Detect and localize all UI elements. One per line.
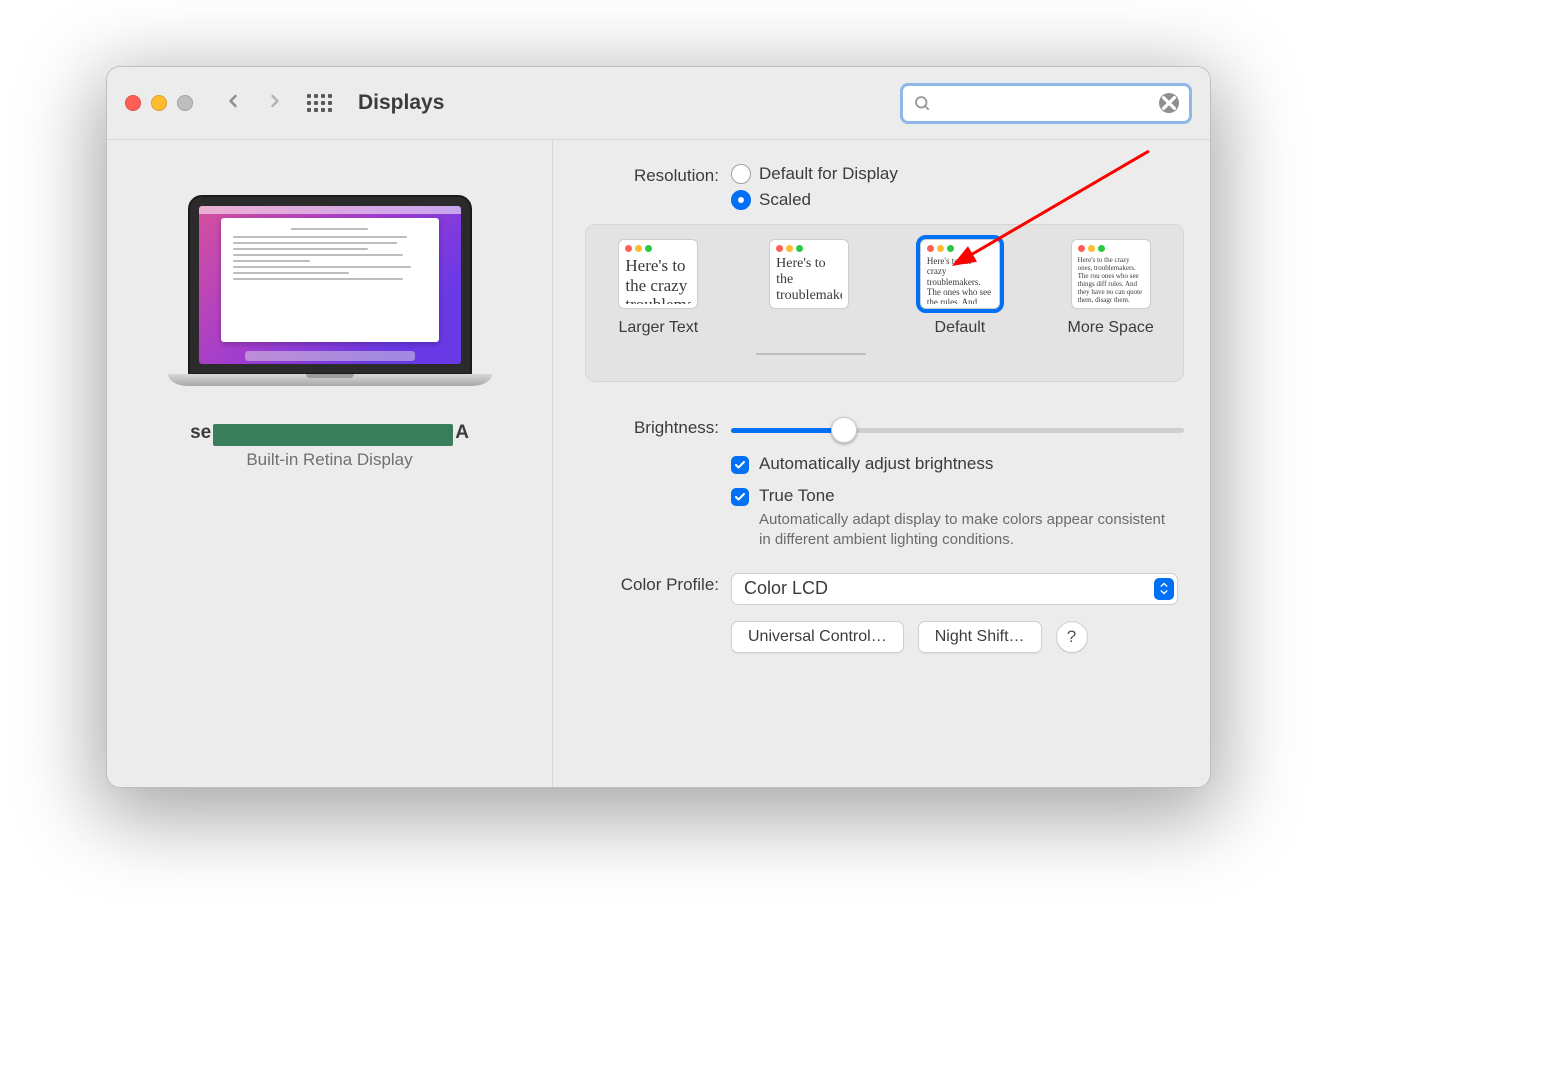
scale-connector-line xyxy=(756,353,866,355)
zoom-window-button[interactable] xyxy=(177,95,193,111)
device-name-redacted xyxy=(213,424,453,446)
annotation-arrow xyxy=(939,147,1159,277)
universal-control-button[interactable]: Universal Control… xyxy=(731,621,904,653)
system-prefs-window: Displays xyxy=(106,66,1211,788)
nav-buttons xyxy=(223,91,285,116)
search-icon xyxy=(913,94,931,112)
select-stepper-icon xyxy=(1154,578,1174,600)
resolution-label: Resolution: xyxy=(579,164,731,186)
show-all-button[interactable] xyxy=(307,94,332,112)
forward-button[interactable] xyxy=(265,91,285,116)
minimize-window-button[interactable] xyxy=(151,95,167,111)
radio-scaled-label: Scaled xyxy=(759,190,811,210)
footer-buttons: Universal Control… Night Shift… ? xyxy=(731,621,1184,653)
brightness-label: Brightness: xyxy=(579,416,731,438)
brightness-slider-thumb[interactable] xyxy=(831,417,857,443)
device-name-suffix: A xyxy=(455,422,469,444)
radio-default-label: Default for Display xyxy=(759,164,898,184)
night-shift-button[interactable]: Night Shift… xyxy=(918,621,1042,653)
radio-default-for-display[interactable] xyxy=(731,164,751,184)
search-field-wrap[interactable] xyxy=(900,83,1192,124)
device-subtitle: Built-in Retina Display xyxy=(246,450,412,470)
truetone-checkbox[interactable] xyxy=(731,488,749,506)
scale-tile-label-3: More Space xyxy=(1067,319,1153,337)
device-name: se A xyxy=(190,422,469,444)
help-button[interactable]: ? xyxy=(1056,621,1088,653)
color-profile-value: Color LCD xyxy=(744,578,828,599)
laptop-preview xyxy=(188,195,472,375)
display-preview-pane: se A Built-in Retina Display xyxy=(107,140,553,788)
scale-tile-label-0: Larger Text xyxy=(619,319,699,337)
color-profile-row: Color Profile: Color LCD xyxy=(579,573,1184,605)
device-name-prefix: se xyxy=(190,422,211,444)
radio-scaled[interactable] xyxy=(731,190,751,210)
auto-brightness-checkbox[interactable] xyxy=(731,456,749,474)
truetone-label: True Tone xyxy=(759,486,1169,506)
clear-search-button[interactable] xyxy=(1159,93,1179,113)
window-title: Displays xyxy=(358,91,444,115)
brightness-slider[interactable] xyxy=(731,418,1184,442)
scale-tile-larger-text[interactable]: Here's to the crazy troublemakers. xyxy=(618,239,698,309)
auto-brightness-label: Automatically adjust brightness xyxy=(759,454,993,474)
window-controls xyxy=(125,95,193,111)
scale-tile-mid[interactable]: Here's to the troublemakers ones who xyxy=(769,239,849,309)
search-input[interactable] xyxy=(939,93,1151,113)
scale-tile-label-2: Default xyxy=(935,319,986,337)
color-profile-select[interactable]: Color LCD xyxy=(731,573,1178,605)
back-button[interactable] xyxy=(223,91,243,116)
truetone-description: Automatically adapt display to make colo… xyxy=(759,510,1169,551)
brightness-row: Brightness: Automatically adjust brightn… xyxy=(579,416,1184,551)
titlebar: Displays xyxy=(107,67,1210,140)
close-window-button[interactable] xyxy=(125,95,141,111)
color-profile-label: Color Profile: xyxy=(579,573,731,595)
